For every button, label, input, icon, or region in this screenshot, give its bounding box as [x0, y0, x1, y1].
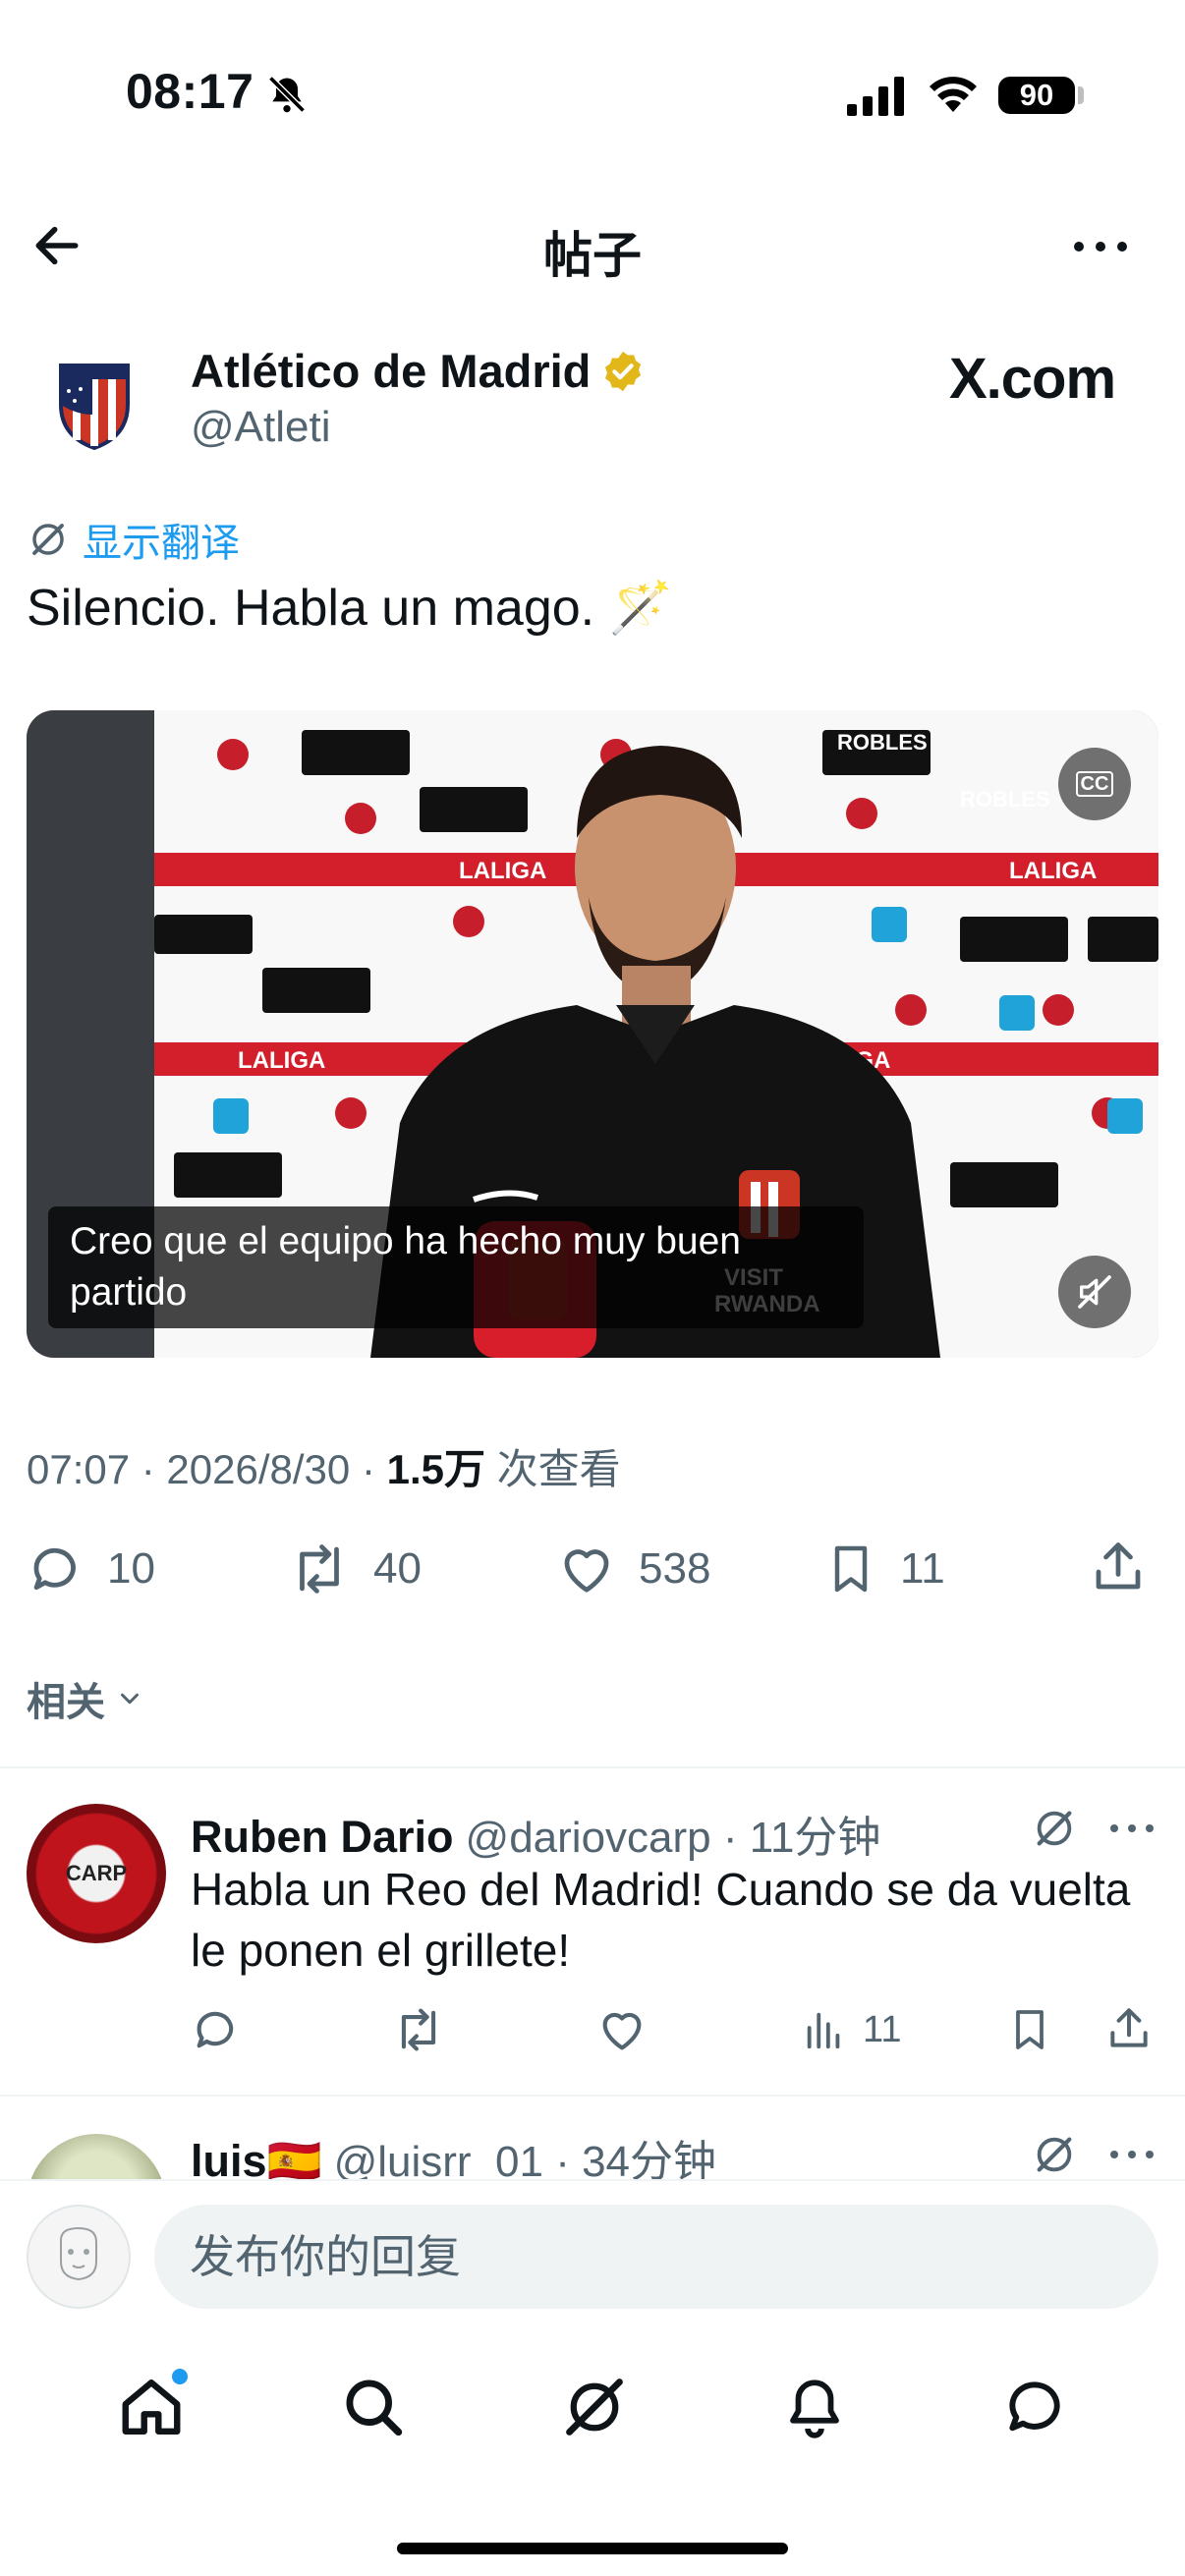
search-icon [346, 2380, 402, 2436]
reply-header: Ruben Dario @dariovcarp · 11分钟 [191, 1802, 880, 1865]
divider [0, 1766, 1185, 1768]
video-caption: Creo que el equipo ha hecho muy buen par… [48, 1206, 864, 1328]
battery-indicator: 90 [998, 77, 1075, 114]
tab-search[interactable] [340, 2374, 407, 2440]
show-translation-label: 显示翻译 [83, 522, 240, 565]
chat-bubble-icon [1009, 2381, 1060, 2432]
mute-button[interactable] [1058, 1256, 1131, 1328]
svg-text:LALIGA: LALIGA [238, 1047, 325, 1074]
svg-text:ROBLES: ROBLES [837, 730, 928, 755]
related-toggle[interactable]: 相关 [27, 1670, 144, 1727]
battery-tip [1078, 86, 1084, 104]
reply-count: 10 [107, 1544, 155, 1593]
xcom-watermark: X.com [949, 347, 1116, 411]
post-text: Silencio. Habla un mago. 🪄 [27, 580, 673, 637]
author-name-text: Atlético de Madrid [191, 345, 592, 397]
like-count: 538 [639, 1544, 711, 1593]
cellular-signal-icon [847, 77, 906, 116]
repost-icon [401, 2008, 436, 2051]
user-sketch-icon [60, 2226, 97, 2281]
author-handle[interactable]: @Atleti [191, 403, 330, 452]
svg-text:LALIGA: LALIGA [459, 858, 546, 884]
reply-avatar-logo: CARP [65, 1861, 128, 1885]
grok-translate-icon [32, 524, 64, 555]
repost-count: 40 [373, 1544, 422, 1593]
reply-more-icon[interactable] [1108, 2140, 1156, 2169]
share-button[interactable] [1089, 1537, 1148, 1597]
current-user-avatar[interactable] [27, 2205, 131, 2309]
grok-icon[interactable] [1032, 1806, 1077, 1851]
show-translation-link[interactable]: 显示翻译 [28, 511, 240, 568]
status-time: 08:17 [126, 64, 254, 119]
reply-input[interactable]: 发布你的回复 [154, 2205, 1158, 2309]
reply-more-icon[interactable] [1108, 1814, 1156, 1843]
bookmark-icon [834, 1545, 868, 1593]
divider [0, 2095, 1185, 2097]
closed-captions-button[interactable]: CC [1058, 748, 1131, 820]
reply-icon [197, 2011, 234, 2048]
post-meta: 07:07 · 2026/8/30 · 1.5万 次查看 [27, 1436, 621, 1496]
view-count-label: 次查看 [485, 1446, 621, 1492]
reply-icon [33, 1547, 76, 1591]
grok-icon[interactable] [1032, 2132, 1077, 2177]
verified-badge-icon [605, 351, 642, 391]
post-timestamp: 07:07 · 2026/8/30 · [27, 1446, 387, 1492]
heart-icon [602, 2012, 642, 2050]
reply-author-name[interactable]: Ruben Dario [191, 1812, 454, 1863]
atletico-crest-icon [59, 364, 130, 450]
author-name[interactable]: Atlético de Madrid [191, 344, 646, 398]
bookmark-count: 11 [900, 1544, 945, 1593]
reply-button[interactable]: 10 [27, 1540, 155, 1598]
chevron-down-icon [121, 1693, 139, 1705]
repost-icon [300, 1544, 339, 1594]
reply-views-button[interactable]: 11 [802, 2006, 901, 2053]
video-player[interactable]: LALIGA LALIGA LALIGA LALIGA [27, 710, 1158, 1358]
reply-share-button[interactable] [1104, 2002, 1154, 2055]
reply-view-count: 11 [863, 2008, 902, 2050]
home-indicator [397, 2543, 788, 2554]
tab-messages[interactable] [1001, 2374, 1068, 2440]
muted-speaker-icon [1078, 1275, 1111, 1309]
analytics-icon [807, 2012, 840, 2049]
wifi-icon [926, 73, 981, 116]
notification-dot [171, 2369, 188, 2384]
like-button[interactable]: 538 [556, 1540, 710, 1598]
bookmark-icon [1016, 2010, 1044, 2049]
reply-reply-button[interactable] [191, 2004, 242, 2055]
bottom-tab-bar [0, 2338, 1185, 2476]
tab-grok[interactable] [561, 2374, 628, 2440]
page-title: 帖子 [543, 228, 642, 283]
bell-icon [790, 2380, 840, 2438]
reply-like-button[interactable] [595, 2004, 649, 2055]
reply-avatar[interactable]: CARP [27, 1804, 166, 1943]
repost-button[interactable]: 40 [287, 1540, 422, 1598]
share-icon [1096, 1542, 1141, 1590]
more-options-icon[interactable] [1071, 222, 1130, 271]
tab-home[interactable] [117, 2369, 188, 2441]
reply-text: Habla un Reo del Madrid! Cuando se da vu… [191, 1864, 1131, 1976]
grok-icon [566, 2379, 623, 2436]
share-icon [1110, 2008, 1148, 2047]
tab-notifications[interactable] [782, 2374, 847, 2440]
silent-mode-icon [265, 73, 309, 116]
bookmark-button[interactable]: 11 [823, 1540, 945, 1598]
svg-text:LALIGA: LALIGA [1009, 858, 1097, 884]
heart-icon [564, 1549, 609, 1593]
reply-author-handle[interactable]: @dariovcarp · 11分钟 [466, 1802, 881, 1865]
view-count: 1.5万 [386, 1446, 485, 1492]
author-avatar[interactable] [28, 336, 161, 470]
reply-bookmark-button[interactable] [1006, 2004, 1053, 2055]
related-label: 相关 [27, 1681, 105, 1724]
cc-icon: CC [1075, 771, 1114, 797]
svg-text:ROBLES: ROBLES [960, 787, 1050, 812]
reply-repost-button[interactable] [391, 2004, 446, 2055]
